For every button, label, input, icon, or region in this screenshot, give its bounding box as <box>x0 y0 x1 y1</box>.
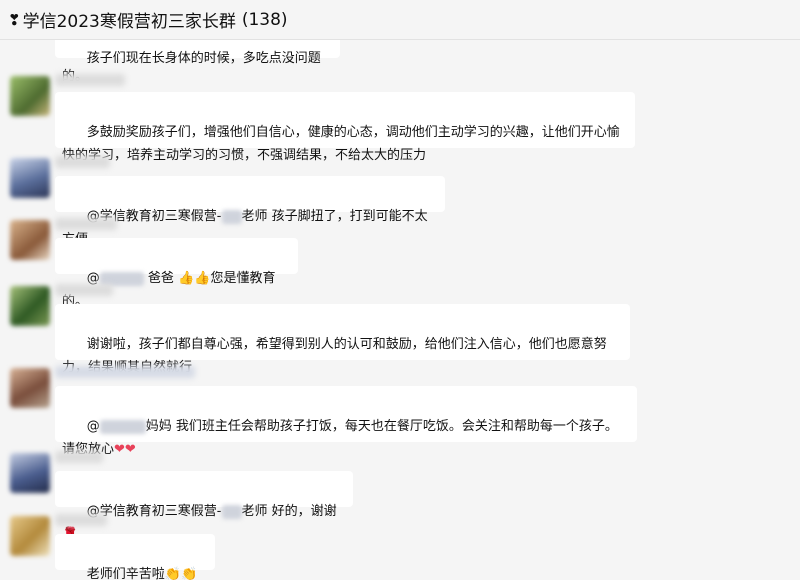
sender-name <box>55 451 103 463</box>
sender-name <box>55 218 117 230</box>
avatar[interactable] <box>10 368 50 408</box>
mention-text: @学信教育初三寒假营- <box>86 504 222 519</box>
message-text: 老师 好的，谢谢 <box>241 504 341 519</box>
thumbs-up-icon: 👍 <box>194 270 211 286</box>
avatar[interactable] <box>10 220 50 260</box>
sender-name <box>55 156 110 168</box>
redacted-name <box>99 419 146 434</box>
redacted-name <box>221 504 242 519</box>
avatar[interactable] <box>10 76 50 116</box>
message-bubble[interactable]: 多鼓励奖励孩子们，增强他们自信心，健康的心态，调动他们主动学习的兴趣，让他们开心… <box>55 92 635 163</box>
sender-name <box>55 284 113 296</box>
red-heart-icon: ❤ <box>114 441 125 457</box>
chat-title-bar: ❣ 学信2023寒假营初三家长群 (138) <box>0 0 800 40</box>
message-text: 多鼓励奖励孩子们，增强他们自信心，健康的心态，调动他们主动学习的兴趣，让他们开心… <box>62 125 620 163</box>
message-bubble[interactable]: @ 妈妈 我们班主任会帮助孩子打饭，每天也在餐厅吃饭。会关注和帮助每一个孩子。请您… <box>55 386 637 457</box>
message-bubble[interactable]: 孩子们现在长身体的时候，多吃点没问题的。 <box>55 40 340 84</box>
message-text: 老师们辛苦啦 <box>86 567 165 580</box>
avatar[interactable] <box>10 453 50 493</box>
avatar[interactable] <box>10 286 50 326</box>
mention-text: 爸爸 <box>143 271 179 286</box>
double-heart-icon: ❣ <box>8 10 21 29</box>
message-bubble[interactable]: @ 爸爸 👍👍您是懂教育的。 <box>55 238 298 309</box>
clapping-hands-icon: 👏 <box>164 566 181 580</box>
red-heart-icon: ❤ <box>124 441 136 457</box>
message-bubble[interactable]: 老师们辛苦啦👏👏❤ <box>55 534 215 580</box>
sender-name <box>55 366 195 378</box>
mention-text: @ <box>86 419 100 434</box>
sender-name <box>55 514 107 526</box>
sender-name <box>55 74 125 86</box>
member-count: (138) <box>241 9 288 30</box>
message-list[interactable]: 孩子们现在长身体的时候，多吃点没问题的。 多鼓励奖励孩子们，增强他们自信心，健康… <box>0 40 800 580</box>
thumbs-up-icon: 👍 <box>178 270 195 286</box>
message-bubble[interactable]: 谢谢啦，孩子们都自尊心强，希望得到别人的认可和鼓励，给他们注入信心，他们也愿意努… <box>55 304 630 375</box>
avatar[interactable] <box>10 516 50 556</box>
message-bubble[interactable]: @学信教育初三寒假营-老师 孩子脚扭了，打到可能不太方便 <box>55 176 445 247</box>
avatar[interactable] <box>10 158 50 198</box>
group-title: 学信2023寒假营初三家长群 <box>22 12 236 32</box>
redacted-name <box>221 209 242 224</box>
clapping-hands-icon: 👏 <box>181 566 198 580</box>
message-bubble[interactable]: @学信教育初三寒假营-老师 好的，谢谢 🌹 <box>55 471 353 542</box>
